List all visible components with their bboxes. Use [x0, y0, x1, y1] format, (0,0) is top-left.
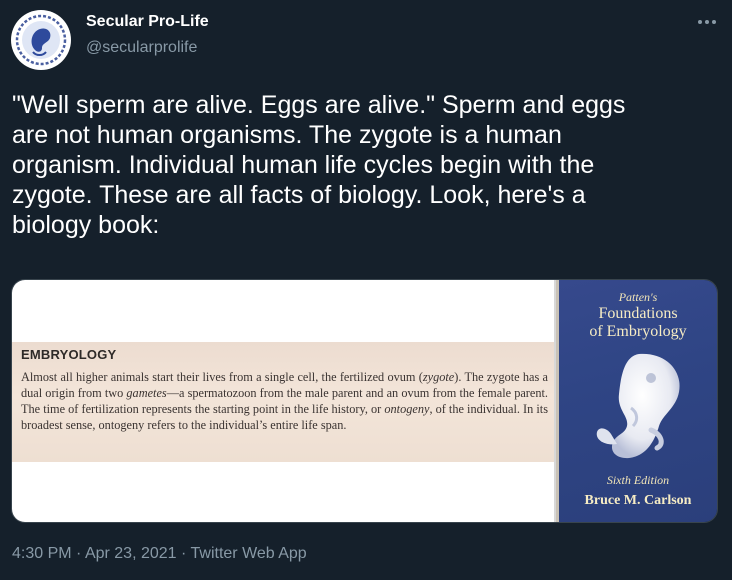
book-cover-photo[interactable]: Patten's Foundations of Embryology Sixth…	[556, 280, 717, 522]
display-name[interactable]: Secular Pro-Life	[86, 13, 209, 31]
tweet: Secular Pro-Life @secularprolife "Well s…	[0, 0, 732, 580]
tweet-time[interactable]: 4:30 PM	[12, 545, 72, 562]
book-title-line-1: Foundations	[598, 305, 678, 322]
book-author: Bruce M. Carlson	[584, 493, 692, 508]
more-horizontal-icon[interactable]	[693, 11, 721, 33]
tweet-meta: 4:30 PM · Apr 23, 2021 · Twitter Web App	[12, 545, 307, 563]
page-heading: EMBRYOLOGY	[21, 347, 117, 362]
book-subtitle: Patten's	[618, 290, 658, 304]
tweet-text: "Well sperm are alive. Eggs are alive." …	[12, 91, 626, 239]
avatar[interactable]	[11, 10, 71, 70]
tweet-date[interactable]: Apr 23, 2021	[85, 545, 177, 562]
meta-separator-2: ·	[181, 545, 187, 562]
book-title-line-2: of Embryology	[589, 323, 687, 340]
tweet-media[interactable]: EMBRYOLOGY Almost all higher animals sta…	[11, 279, 718, 523]
embryo-image	[596, 353, 680, 459]
embryo-logo-icon	[12, 11, 70, 69]
page-body: Almost all higher animals start their li…	[21, 370, 548, 432]
tweet-source[interactable]: Twitter Web App	[191, 545, 307, 562]
textbook-page-photo[interactable]: EMBRYOLOGY Almost all higher animals sta…	[12, 280, 554, 522]
meta-separator-1: ·	[76, 545, 82, 562]
book-title: Foundations of Embryology	[559, 305, 717, 341]
user-handle[interactable]: @secularprolife	[86, 39, 197, 57]
book-edition: Sixth Edition	[606, 473, 670, 487]
